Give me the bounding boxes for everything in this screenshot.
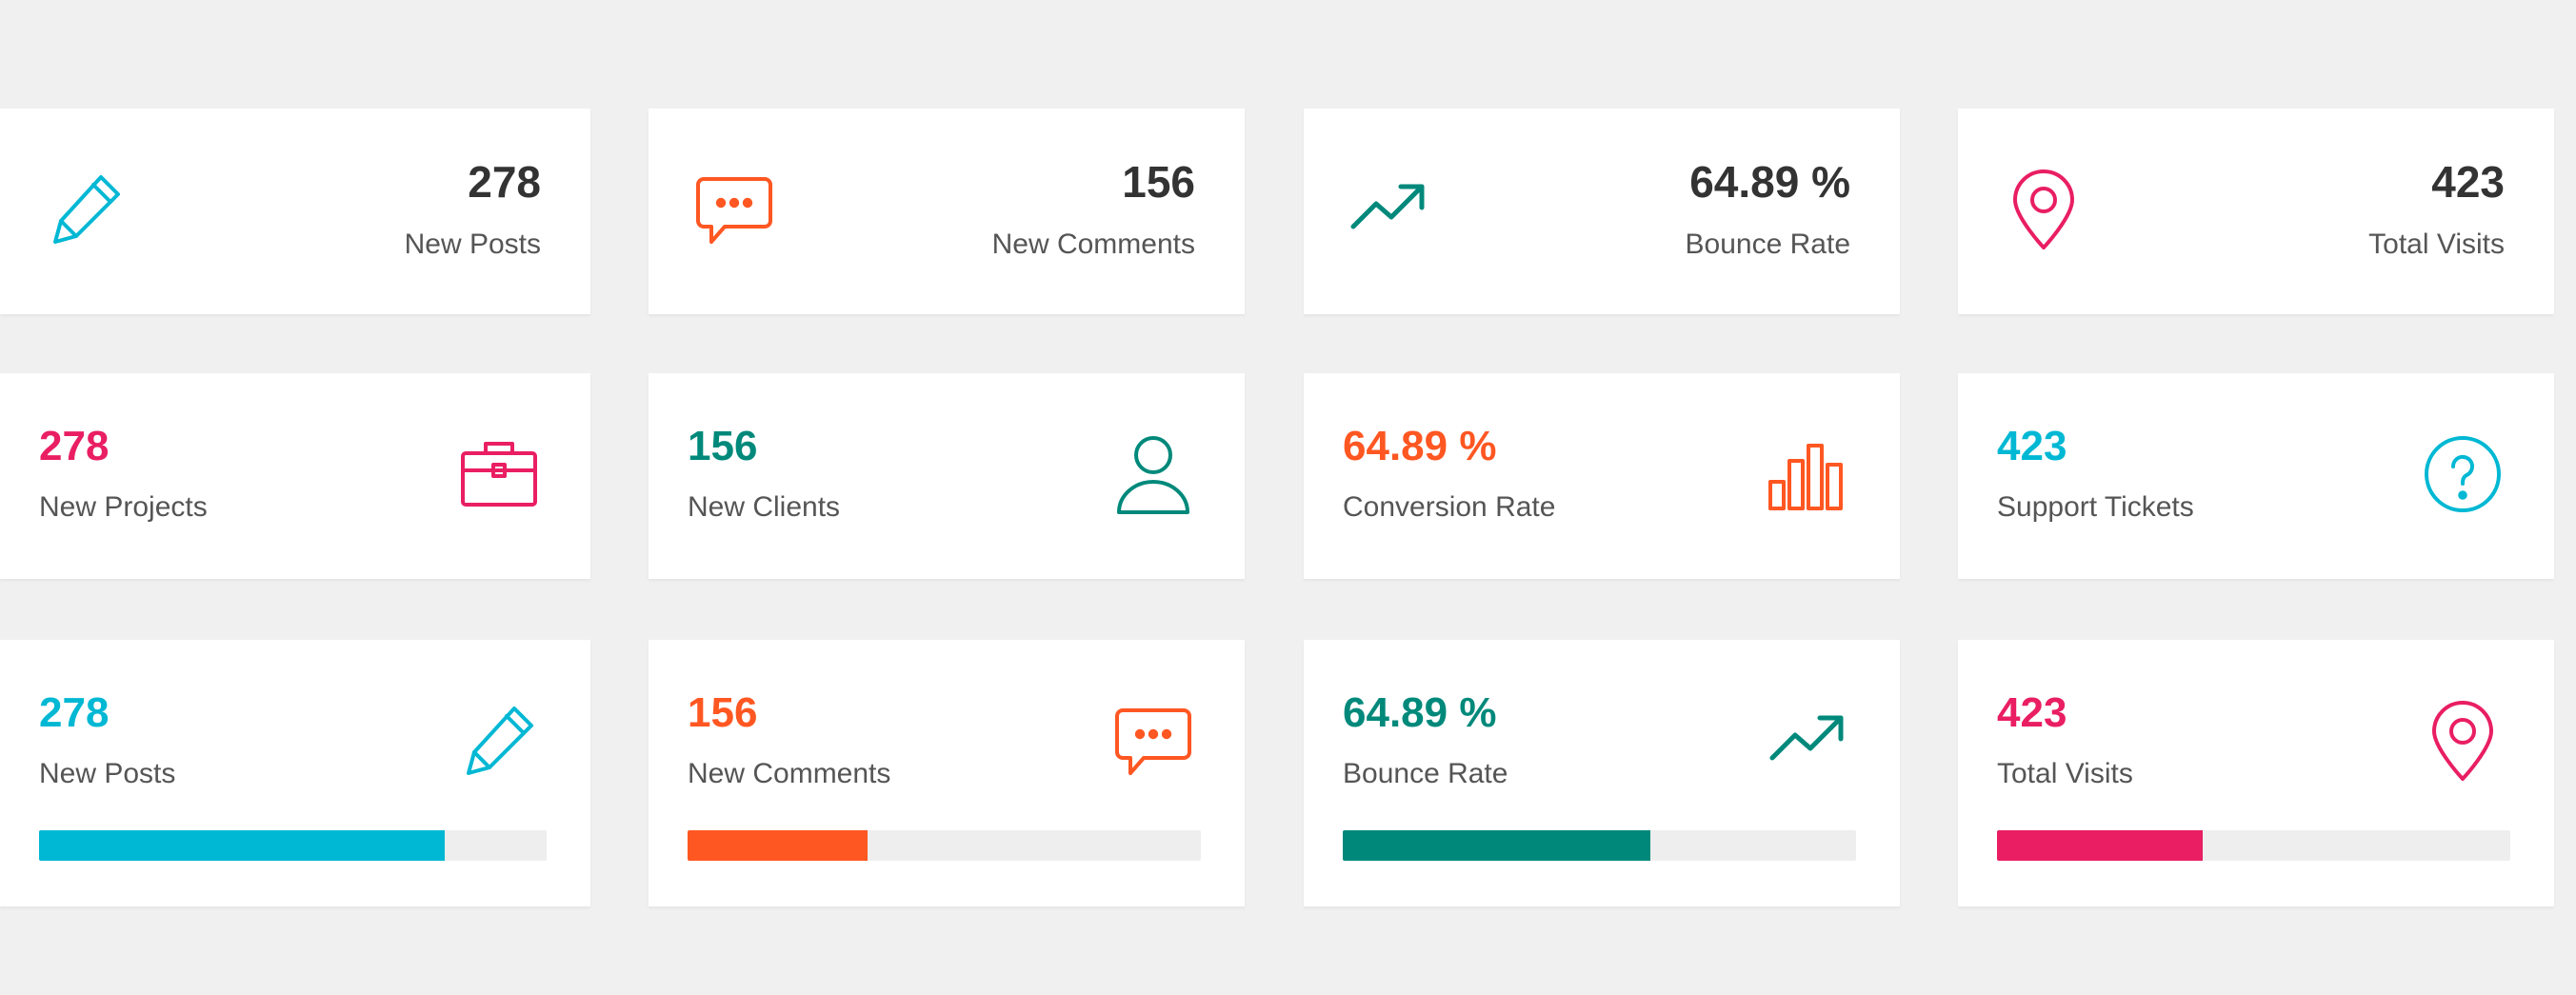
stat-value: 156 [1122, 157, 1195, 207]
stat-label: Total Visits [1997, 758, 2133, 789]
progress-bar [1997, 830, 2510, 861]
stat-value: 64.89 % [1689, 157, 1850, 207]
stat-label: New Comments [688, 758, 891, 789]
stat-card-bounce-rate: 64.89 % Bounce Rate [1304, 109, 1900, 314]
stat-label: Bounce Rate [1685, 229, 1850, 260]
stat-card-total-visits-progress: 423 Total Visits [1958, 640, 2554, 906]
comment-icon [1111, 699, 1195, 783]
stat-label: Support Tickets [1997, 491, 2194, 523]
stat-card-new-clients: 156 New Clients [649, 373, 1245, 579]
stat-card-new-posts: 278 New Posts [0, 109, 590, 314]
stat-label: New Comments [991, 229, 1195, 260]
briefcase-icon [457, 432, 541, 516]
stat-value: 423 [1997, 423, 2067, 469]
stat-value: 64.89 % [1343, 689, 1497, 736]
stat-card-total-visits: 423 Total Visits [1958, 109, 2554, 314]
stat-label: Total Visits [2368, 229, 2505, 260]
stat-value: 423 [2431, 157, 2505, 207]
stat-value: 423 [1997, 689, 2067, 736]
question-circle-icon [2421, 432, 2505, 516]
stat-card-conversion-rate: 64.89 % Conversion Rate [1304, 373, 1900, 579]
progress-fill [1997, 830, 2203, 861]
progress-bar [688, 830, 1201, 861]
map-pin-icon [2421, 699, 2505, 783]
stat-card-support-tickets: 423 Support Tickets [1958, 373, 2554, 579]
stat-card-new-posts-progress: 278 New Posts [0, 640, 590, 906]
stat-value: 156 [688, 689, 758, 736]
stat-card-new-projects: 278 New Projects [0, 373, 590, 579]
bar-chart-icon [1767, 432, 1850, 516]
stat-card-bounce-rate-progress: 64.89 % Bounce Rate [1304, 640, 1900, 906]
progress-bar [39, 830, 547, 861]
pencil-icon [457, 699, 541, 783]
comment-icon [692, 168, 776, 251]
stat-value: 278 [39, 423, 110, 469]
stat-card-new-comments: 156 New Comments [649, 109, 1245, 314]
stat-label: New Posts [39, 758, 176, 789]
stat-value: 278 [39, 689, 110, 736]
stat-label: Bounce Rate [1343, 758, 1508, 789]
trend-up-icon [1348, 168, 1431, 251]
progress-bar [1343, 830, 1856, 861]
trend-up-icon [1767, 699, 1850, 783]
progress-fill [688, 830, 868, 861]
progress-fill [1343, 830, 1651, 861]
stat-label: New Projects [39, 491, 208, 523]
stat-label: New Posts [404, 229, 541, 260]
stat-value: 156 [688, 423, 758, 469]
pencil-icon [44, 168, 128, 251]
stat-value: 64.89 % [1343, 423, 1497, 469]
stat-label: New Clients [688, 491, 841, 523]
stat-value: 278 [468, 157, 541, 207]
stat-label: Conversion Rate [1343, 491, 1556, 523]
progress-fill [39, 830, 446, 861]
stat-card-new-comments-progress: 156 New Comments [649, 640, 1245, 906]
user-icon [1111, 432, 1195, 516]
map-pin-icon [2002, 168, 2086, 251]
